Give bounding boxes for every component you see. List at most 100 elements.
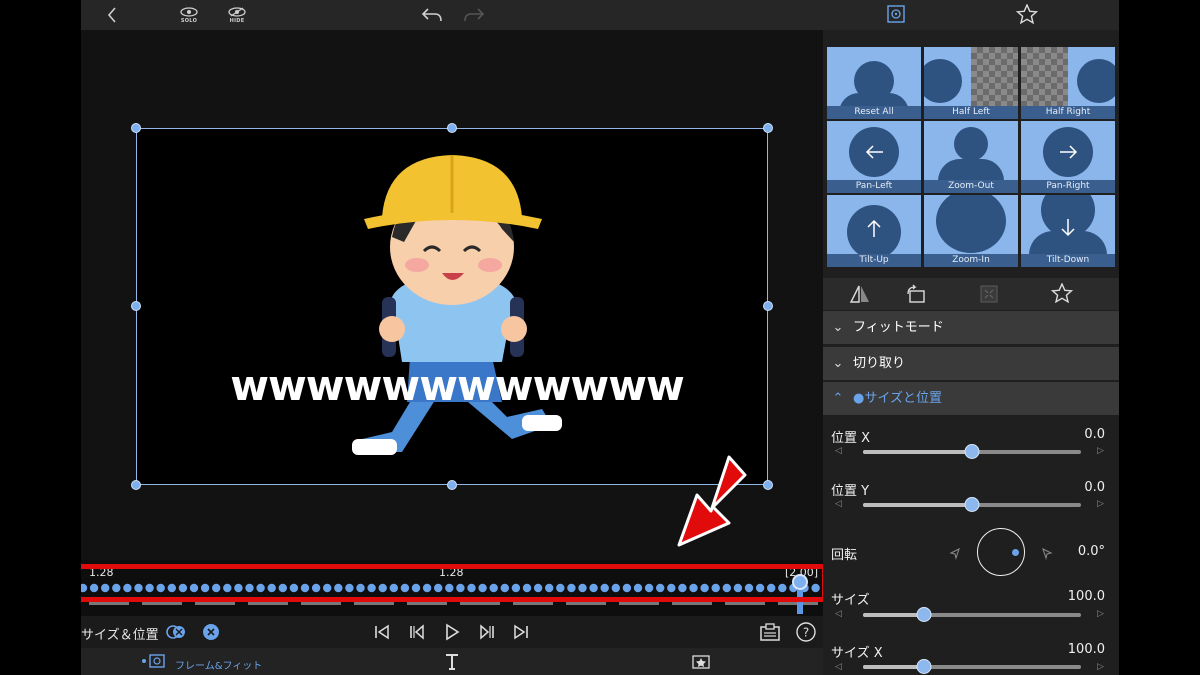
preset-half-left[interactable]: Half Left	[924, 47, 1018, 119]
rotate-icon	[907, 284, 925, 303]
tab-text[interactable]	[444, 653, 460, 675]
clipboard-button[interactable]	[759, 621, 781, 643]
tab-effects[interactable]	[691, 654, 711, 674]
play-button[interactable]	[441, 621, 463, 643]
skip-to-start-button[interactable]	[371, 621, 393, 643]
rotate-left-button[interactable]	[949, 545, 961, 564]
decrement-arrow-icon[interactable]: ◁	[835, 499, 842, 509]
resize-handle-left[interactable]	[131, 301, 141, 311]
resize-handle-bottom-right[interactable]	[763, 480, 773, 490]
hide-button[interactable]: HIDE	[225, 0, 249, 30]
help-button[interactable]: ?	[795, 621, 817, 643]
position-y-value: 0.0	[1084, 480, 1105, 495]
resize-handle-top-right[interactable]	[763, 123, 773, 133]
solo-button[interactable]: SOLO	[177, 0, 201, 30]
position-x-value: 0.0	[1084, 427, 1105, 442]
size-slider[interactable]	[863, 607, 1081, 622]
increment-arrow-icon[interactable]: ▷	[1097, 446, 1104, 456]
tab-frame-fit-panel[interactable]	[886, 4, 906, 28]
favorite-button[interactable]	[1050, 282, 1074, 307]
size-x-slider[interactable]	[863, 659, 1081, 674]
chevron-left-icon	[107, 7, 116, 23]
star-icon	[1015, 3, 1039, 25]
step-back-button[interactable]	[405, 621, 427, 643]
star-outline-icon	[1050, 282, 1074, 304]
chevron-up-icon: ⌃	[832, 391, 844, 406]
rotate-right-button[interactable]	[1041, 545, 1053, 564]
preset-grid: Reset All Half Left Half Right Pan-Left	[827, 47, 1119, 275]
skip-end-icon	[514, 624, 528, 640]
effects-icon	[692, 655, 710, 669]
decrement-arrow-icon[interactable]: ◁	[835, 662, 842, 672]
position-x-slider[interactable]	[863, 444, 1081, 459]
size-value: 100.0	[1067, 589, 1105, 604]
fit-frame-icon	[980, 285, 998, 303]
keyframe-timeline[interactable]: 1.28 1.28 [2.00]	[81, 560, 827, 616]
keyframe-icon	[166, 625, 185, 639]
increment-arrow-icon[interactable]: ▷	[1097, 499, 1104, 509]
cursor-right-icon	[1042, 547, 1053, 560]
decrement-arrow-icon[interactable]: ◁	[835, 609, 842, 619]
clip-frame[interactable]: wwwwwwwwwwww	[136, 128, 768, 485]
resize-handle-top-left[interactable]	[131, 123, 141, 133]
section-crop[interactable]: ⌄ 切り取り	[823, 347, 1119, 380]
top-toolbar: SOLO HIDE	[81, 0, 823, 30]
eye-slash-icon	[228, 6, 246, 17]
bottom-tab-bar: フレーム&フィット	[81, 648, 823, 675]
eye-icon	[180, 6, 198, 17]
undo-button[interactable]	[419, 0, 445, 30]
step-forward-icon	[480, 624, 494, 640]
skip-start-icon	[375, 624, 389, 640]
timeline-ruler	[89, 602, 818, 605]
keyframe-toggle-button[interactable]	[165, 621, 187, 643]
resize-handle-top[interactable]	[447, 123, 457, 133]
preset-tilt-down[interactable]: Tilt-Down	[1021, 195, 1115, 267]
help-icon: ?	[796, 622, 816, 642]
decrement-arrow-icon[interactable]: ◁	[835, 446, 842, 456]
arrow-right-icon	[1060, 145, 1078, 159]
preset-tilt-up[interactable]: Tilt-Up	[827, 195, 921, 267]
flip-button[interactable]	[849, 284, 871, 308]
favorites-tab[interactable]	[1015, 3, 1039, 28]
frame-target-icon	[887, 5, 905, 23]
increment-arrow-icon[interactable]: ▷	[1097, 609, 1104, 619]
chevron-down-icon: ⌄	[832, 356, 844, 371]
fit-to-frame-button[interactable]	[979, 284, 999, 308]
increment-arrow-icon[interactable]: ▷	[1097, 662, 1104, 672]
rotation-dial[interactable]	[977, 528, 1025, 576]
preset-half-right[interactable]: Half Right	[1021, 47, 1115, 119]
redo-button[interactable]	[461, 0, 487, 30]
section-size-position[interactable]: ⌃ ●サイズと位置	[823, 382, 1119, 415]
highlight-box	[81, 564, 827, 602]
app-window: SOLO HIDE wwwwwwwwwwww 1.28 1.28 [2.00] …	[81, 0, 1119, 675]
size-x-label: サイズ X	[831, 646, 883, 661]
solo-label: SOLO	[180, 17, 198, 24]
skip-to-end-button[interactable]	[510, 621, 532, 643]
preset-pan-left[interactable]: Pan-Left	[827, 121, 921, 193]
rotation-label: 回転	[831, 548, 858, 563]
panel-top-bar	[823, 0, 1119, 30]
position-y-slider[interactable]	[863, 497, 1081, 512]
resize-handle-right[interactable]	[763, 301, 773, 311]
step-forward-button[interactable]	[477, 621, 499, 643]
preset-pan-right[interactable]: Pan-Right	[1021, 121, 1115, 193]
section-fit-mode[interactable]: ⌄ フィットモード	[823, 311, 1119, 344]
preset-reset-all[interactable]: Reset All	[827, 47, 921, 119]
rotation-dial-indicator	[1012, 549, 1019, 556]
preset-zoom-in[interactable]: Zoom-In	[924, 195, 1018, 267]
chevron-down-icon: ⌄	[832, 320, 844, 335]
play-icon	[446, 623, 460, 641]
preset-zoom-out[interactable]: Zoom-Out	[924, 121, 1018, 193]
clipboard-icon	[760, 623, 780, 641]
tab-frame-fit-label[interactable]: フレーム&フィット	[175, 657, 262, 672]
back-button[interactable]	[103, 0, 121, 30]
rotate-button[interactable]	[905, 284, 927, 308]
hide-label: HIDE	[229, 17, 245, 24]
arrow-left-icon	[865, 145, 883, 159]
remove-keyframe-button[interactable]	[200, 621, 222, 643]
undo-icon	[421, 8, 442, 22]
playback-toolbar: サイズ＆位置 ?	[81, 616, 823, 648]
resize-handle-bottom-left[interactable]	[131, 480, 141, 490]
resize-handle-bottom[interactable]	[447, 480, 457, 490]
tab-frame-fit[interactable]	[141, 653, 169, 673]
